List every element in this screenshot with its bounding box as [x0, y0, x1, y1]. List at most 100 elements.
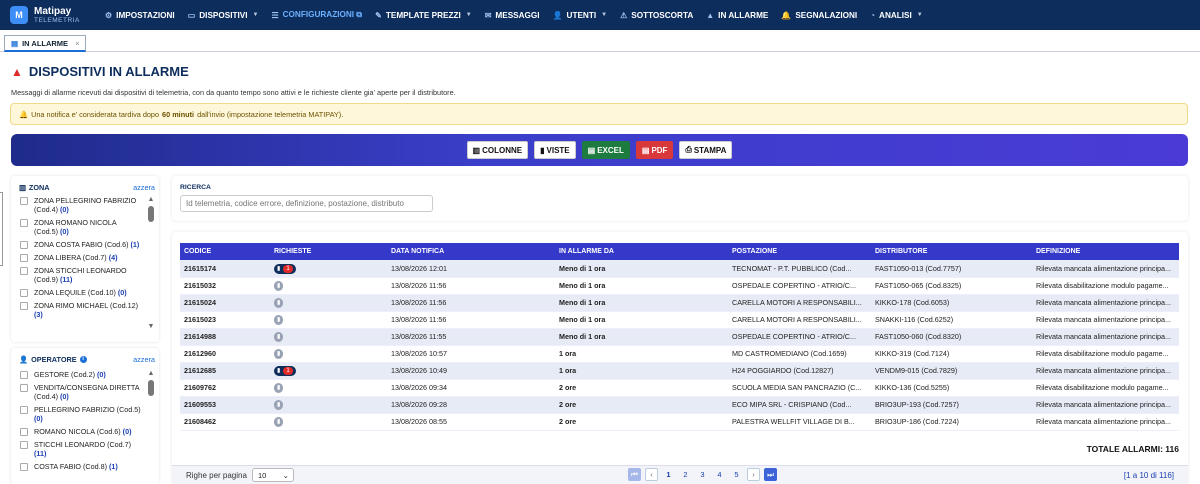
table-row[interactable]: 21608462 ▮ 13/08/2026 08:55 2 ore PALESTRA W…	[180, 413, 1179, 431]
scroll-up-icon[interactable]: ▲	[147, 370, 155, 377]
scroll-down-icon[interactable]: ▼	[147, 323, 155, 330]
nav-item-0[interactable]: ⚙ IMPOSTAZIONI	[105, 10, 175, 20]
requests-pill[interactable]: ▮	[274, 297, 284, 308]
scroll-up-icon[interactable]: ▲	[147, 196, 155, 203]
zona-option[interactable]: ZONA ROMANO NICOLA (Cod.5) (0)	[20, 218, 141, 236]
info-icon[interactable]: i	[79, 355, 87, 363]
column-header[interactable]: DEFINIZIONE	[1032, 243, 1179, 260]
zona-option[interactable]: ZONA LEQUILE (Cod.10) (0)	[20, 288, 141, 297]
operatore-option[interactable]: GESTORE (Cod.2) (0)	[20, 370, 141, 379]
checkbox[interactable]	[20, 463, 28, 471]
page-5-button[interactable]: 5	[730, 468, 743, 481]
requests-pill[interactable]: ▮ 1	[274, 263, 296, 274]
cell-distributore: KIKKO-319 (Cod.7124)	[871, 345, 1032, 363]
first-page-button[interactable]: ⏮	[628, 468, 641, 481]
zona-scrollbar[interactable]: ▲ ▼	[147, 196, 155, 330]
pdf-button[interactable]: ▤ PDF	[635, 141, 674, 159]
checkbox[interactable]	[20, 441, 28, 449]
checkbox[interactable]	[20, 197, 28, 205]
zona-option[interactable]: ZONA COSTA FABIO (Cod.6) (1)	[20, 240, 141, 249]
scroll-thumb[interactable]	[148, 380, 154, 396]
checkbox[interactable]	[20, 289, 28, 297]
page-4-button[interactable]: 4	[713, 468, 726, 481]
zona-reset-link[interactable]: azzera	[133, 183, 155, 192]
column-header[interactable]: DISTRIBUTORE	[871, 243, 1032, 260]
operatore-scrollbar[interactable]: ▲	[147, 370, 155, 399]
table-row[interactable]: 21615023 ▮ 13/08/2026 11:56 Meno di 1 ora CA…	[180, 311, 1179, 329]
operatore-reset-link[interactable]: azzera	[133, 355, 155, 364]
requests-pill[interactable]: ▮	[274, 331, 284, 342]
checkbox[interactable]	[20, 371, 28, 379]
page-3-button[interactable]: 3	[696, 468, 709, 481]
checkbox[interactable]	[20, 254, 28, 262]
cell-codice: 21615032	[180, 277, 270, 295]
scroll-thumb[interactable]	[148, 206, 154, 222]
zona-option[interactable]: ZONA PELLEGRINO FABRIZIO (Cod.4) (0)	[20, 196, 141, 214]
option-count: (0)	[59, 392, 69, 401]
column-header[interactable]: RICHIESTE	[270, 243, 387, 260]
rows-per-page-select[interactable]: 10 ⌄	[251, 468, 294, 482]
prev-page-button[interactable]: ‹	[645, 468, 658, 481]
next-page-button[interactable]: ›	[747, 468, 760, 481]
requests-pill[interactable]: ▮	[274, 348, 284, 359]
views-button[interactable]: ▮ VISTE	[534, 141, 576, 159]
table-row[interactable]: 21614988 ▮ 13/08/2026 11:55 Meno di 1 ora OS…	[180, 328, 1179, 346]
page-2-button[interactable]: 2	[679, 468, 692, 481]
nav-item-4[interactable]: ✉ MESSAGGI	[485, 10, 540, 20]
table-row[interactable]: 21612685 ▮ 1 13/08/2026 10:49 1 ora H24 POGGI…	[180, 362, 1179, 380]
checkbox[interactable]	[20, 384, 28, 392]
checkbox[interactable]	[20, 241, 28, 249]
table-row[interactable]: 21615032 ▮ 13/08/2026 11:56 Meno di 1 ora OS…	[180, 277, 1179, 295]
zona-option[interactable]: ZONA RIMO MICHAEL (Cod.12) (3)	[20, 301, 141, 319]
nav-item-1[interactable]: ▭ DISPOSITIVI ▼	[188, 10, 259, 20]
table-row[interactable]: 21609762 ▮ 13/08/2026 09:34 2 ore SCUOLA MED…	[180, 379, 1179, 397]
search-input[interactable]	[180, 195, 433, 212]
requests-pill[interactable]: ▮	[274, 416, 284, 427]
zona-option[interactable]: ZONA STICCHI LEONARDO (Cod.9) (11)	[20, 266, 141, 284]
checkbox[interactable]	[20, 219, 28, 227]
requests-pill[interactable]: ▮ 1	[274, 365, 296, 376]
print-button[interactable]: ⎙ STAMPA	[679, 141, 733, 159]
column-header[interactable]: IN ALLARME DA	[555, 243, 728, 260]
tab-in-allarme[interactable]: ▤ IN ALLARME ×	[4, 35, 87, 52]
excel-button[interactable]: ▤ EXCEL	[581, 141, 630, 159]
close-icon[interactable]: ×	[75, 39, 79, 48]
checkbox[interactable]	[20, 428, 28, 436]
nav-item-7[interactable]: ▲ IN ALLARME	[706, 10, 768, 20]
nav-label: IMPOSTAZIONI	[116, 10, 175, 20]
nav-item-9[interactable]: ◔ ANALISI ▼	[870, 10, 923, 20]
last-page-button[interactable]: ⏭	[764, 468, 777, 481]
checkbox[interactable]	[20, 302, 28, 310]
cell-in-allarme-da: 1 ora	[555, 345, 728, 363]
nav-item-3[interactable]: ✎ TEMPLATE PREZZI ▼	[375, 10, 472, 20]
brand[interactable]: M Matipay TELEMETRIA	[10, 6, 90, 25]
checkbox[interactable]	[20, 406, 28, 414]
operatore-option[interactable]: ROMANO NICOLA (Cod.6) (0)	[20, 427, 141, 436]
operatore-option[interactable]: VENDITA/CONSEGNA DIRETTA (Cod.4) (0)	[20, 383, 141, 401]
column-header[interactable]: POSTAZIONE	[728, 243, 871, 260]
requests-pill[interactable]: ▮	[274, 399, 284, 410]
nav-item-2[interactable]: ☰ CONFIGURAZIONI ⧉	[271, 10, 362, 20]
checkbox[interactable]	[20, 267, 28, 275]
option-label: ZONA PELLEGRINO FABRIZIO (Cod.4)	[34, 196, 137, 214]
table-row[interactable]: 21612960 ▮ 13/08/2026 10:57 1 ora MD CASTROM…	[180, 345, 1179, 363]
nav-item-8[interactable]: 🔔 SEGNALAZIONI	[781, 10, 857, 20]
nav-item-5[interactable]: 👤 UTENTI ▼	[553, 10, 608, 20]
nav-item-6[interactable]: ⚠ SOTTOSCORTA	[620, 10, 693, 20]
option-count: (3)	[34, 310, 43, 319]
columns-button[interactable]: ▥ COLONNE	[466, 141, 529, 159]
operatore-option[interactable]: STICCHI LEONARDO (Cod.7) (11)	[20, 440, 141, 458]
operatore-option[interactable]: COSTA FABIO (Cod.8) (1)	[20, 462, 141, 471]
column-header[interactable]: CODICE	[180, 243, 270, 260]
operatore-option[interactable]: PELLEGRINO FABRIZIO (Cod.5) (0)	[20, 405, 141, 423]
requests-pill[interactable]: ▮	[274, 382, 284, 393]
table-row[interactable]: 21615024 ▮ 13/08/2026 11:56 Meno di 1 ora CA…	[180, 294, 1179, 312]
zona-option[interactable]: ZONA LIBERA (Cod.7) (4)	[20, 253, 141, 262]
table-row[interactable]: 21609553 ▮ 13/08/2026 09:28 2 ore ECO MIPA S…	[180, 396, 1179, 414]
requests-pill[interactable]: ▮	[274, 314, 284, 325]
requests-pill[interactable]: ▮	[274, 280, 284, 291]
table-row[interactable]: 21615174 ▮ 1 13/08/2026 12:01 Meno di 1 ora T…	[180, 260, 1179, 278]
folder-icon: ▮	[277, 266, 281, 272]
page-1-button[interactable]: 1	[662, 468, 675, 481]
column-header[interactable]: DATA NOTIFICA	[387, 243, 555, 260]
